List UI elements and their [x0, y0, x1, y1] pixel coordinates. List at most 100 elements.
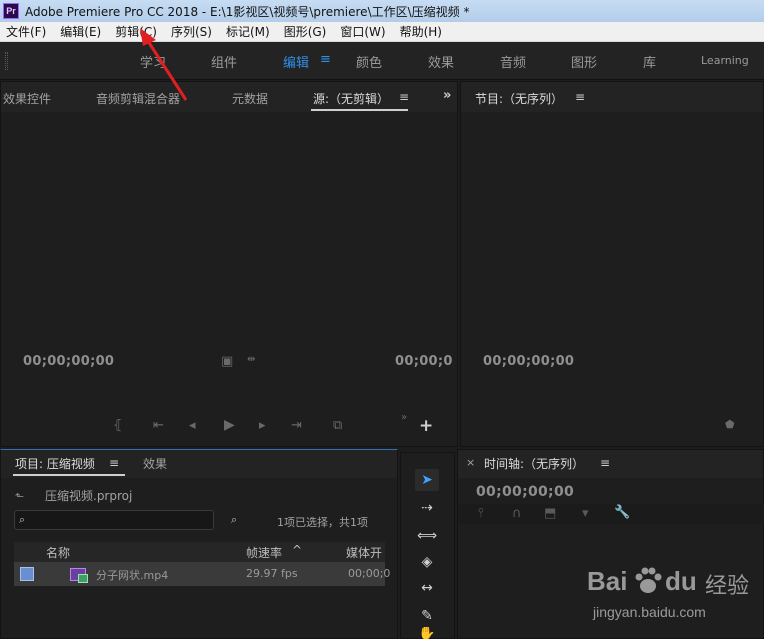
- workspace-tab-learning[interactable]: Learning: [701, 54, 749, 67]
- menu-sequence[interactable]: 序列(S): [164, 23, 219, 40]
- workspace-tab-editing[interactable]: 编辑: [283, 52, 309, 71]
- linked-selection-icon[interactable]: ∩: [512, 506, 522, 521]
- hand-tool-icon[interactable]: ✋: [415, 627, 439, 639]
- step-back-icon[interactable]: ◂: [189, 418, 196, 433]
- close-icon[interactable]: ×: [466, 456, 475, 469]
- tab-source[interactable]: 源:（无剪辑）: [313, 90, 389, 107]
- tab-timeline[interactable]: 时间轴:（无序列）: [484, 455, 584, 472]
- menu-clip[interactable]: 剪辑(C): [108, 23, 164, 40]
- project-panel-menu-icon[interactable]: ≡: [109, 456, 119, 470]
- title-bar: Pr Adobe Premiere Pro CC 2018 - E:\1影视区\…: [0, 0, 764, 22]
- menu-help[interactable]: 帮助(H): [393, 23, 449, 40]
- workspace-tab-effects[interactable]: 效果: [428, 52, 454, 71]
- insert-icon[interactable]: ⧉: [333, 418, 342, 433]
- workspace-tab-graphics[interactable]: 图形: [571, 52, 597, 71]
- timeline-timecode[interactable]: 00;00;00;00: [476, 484, 574, 500]
- slip-tool-icon[interactable]: ↔: [415, 577, 439, 599]
- menu-edit[interactable]: 编辑(E): [53, 23, 108, 40]
- folder-up-icon[interactable]: ⬑: [15, 490, 24, 503]
- column-header-media-start[interactable]: 媒体开: [346, 544, 382, 561]
- snap-icon[interactable]: ⫯: [478, 506, 484, 521]
- menu-file[interactable]: 文件(F): [0, 23, 53, 40]
- watermark-url: jingyan.baidu.com: [593, 604, 706, 620]
- source-panel-menu-icon[interactable]: ≡: [399, 90, 409, 104]
- selection-tool-icon[interactable]: ➤: [415, 469, 439, 491]
- marker-icon[interactable]: ⬟: [725, 418, 735, 431]
- baidu-paw-logo: [633, 566, 663, 596]
- clip-name[interactable]: 分子网状.mp4: [96, 567, 168, 583]
- find-icon[interactable]: ⌕: [231, 513, 237, 527]
- project-search-box[interactable]: ⌕: [14, 510, 214, 530]
- workspace-tab-audio[interactable]: 音频: [500, 52, 526, 71]
- workspace-tab-color[interactable]: 颜色: [356, 52, 382, 71]
- window-title: Adobe Premiere Pro CC 2018 - E:\1影视区\视频号…: [25, 4, 470, 19]
- drop-frame-icon[interactable]: ▣: [221, 354, 233, 369]
- project-panel-header: 项目: 压缩视频 ≡ 效果: [1, 450, 397, 478]
- workspace-tab-learn[interactable]: 学习: [140, 52, 166, 71]
- wrench-icon[interactable]: 🔧: [614, 505, 630, 520]
- more-controls-icon[interactable]: »: [401, 412, 407, 423]
- premiere-logo-icon: Pr: [3, 3, 19, 19]
- row-label-color-swatch[interactable]: [20, 567, 34, 581]
- timeline-toolbar: ⫯ ∩ ⬒ ▾ 🔧: [458, 504, 764, 524]
- table-row[interactable]: 分子网状.mp4 29.97 fps 00;00;0: [14, 562, 390, 586]
- project-table-header: 名称 帧速率 ^ 媒体开: [14, 542, 385, 562]
- sort-ascending-icon[interactable]: ^: [292, 543, 302, 557]
- play-icon[interactable]: ▶: [224, 417, 235, 433]
- menu-bar: 文件(F) 编辑(E) 剪辑(C) 序列(S) 标记(M) 图形(G) 窗口(W…: [0, 22, 764, 42]
- source-timecode[interactable]: 00;00;00;00: [23, 354, 114, 369]
- menu-window[interactable]: 窗口(W): [333, 23, 392, 40]
- razor-tool-icon[interactable]: ◈: [415, 551, 439, 573]
- tab-project[interactable]: 项目: 压缩视频: [15, 455, 95, 472]
- go-to-out-icon[interactable]: ⇥: [291, 418, 302, 433]
- project-file-name: 压缩视频.prproj: [45, 489, 133, 503]
- program-monitor-panel: 节目:（无序列） ≡ 00;00;00;00 ⬟: [460, 81, 764, 447]
- workspace-tab-assembly[interactable]: 组件: [211, 52, 237, 71]
- column-header-frame-rate[interactable]: 帧速率: [246, 544, 282, 561]
- program-timecode[interactable]: 00;00;00;00: [483, 354, 574, 369]
- workspace-menu-icon[interactable]: ≡: [320, 52, 331, 67]
- go-to-in-icon[interactable]: ⇤: [153, 418, 164, 433]
- menu-graphics[interactable]: 图形(G): [277, 23, 334, 40]
- menu-marker[interactable]: 标记(M): [219, 23, 277, 40]
- tools-panel: ➤ ⇢ ⟺ ◈ ↔ ✎ ✋: [400, 452, 455, 639]
- program-panel-menu-icon[interactable]: ≡: [575, 90, 585, 104]
- column-header-name[interactable]: 名称: [46, 544, 70, 561]
- watermark-suffix: 经验: [705, 573, 750, 598]
- baidu-jingyan-watermark: Bai du 经验 jingyan.baidu.com: [585, 562, 760, 634]
- active-tab-indicator: [13, 474, 125, 476]
- add-button-icon[interactable]: +: [419, 416, 433, 436]
- clip-media-start: 00;00;0: [348, 567, 391, 580]
- program-panel-header: 节目:（无序列） ≡: [461, 82, 763, 112]
- tab-audio-clip-mixer[interactable]: 音频剪辑混合器: [96, 90, 180, 107]
- track-select-tool-icon[interactable]: ⇢: [415, 497, 439, 519]
- timeline-panel-menu-icon[interactable]: ≡: [600, 456, 610, 470]
- mark-in-icon[interactable]: ⦃: [113, 418, 123, 433]
- add-marker-icon[interactable]: ⬒: [544, 506, 556, 521]
- workspace-bar: 学习 组件 编辑 ≡ 颜色 效果 音频 图形 库 Learning: [0, 42, 764, 80]
- tab-program[interactable]: 节目:（无序列）: [475, 90, 563, 107]
- watermark-brand-right: du: [665, 566, 697, 596]
- source-panel-header: 效果控件 音频剪辑混合器 元数据 源:（无剪辑） ≡ »: [1, 82, 457, 112]
- ripple-edit-tool-icon[interactable]: ⟺: [415, 525, 439, 547]
- panel-overflow-icon[interactable]: »: [443, 88, 451, 103]
- selection-status: 1项已选择，共1项: [277, 516, 368, 529]
- step-forward-icon[interactable]: ▸: [259, 418, 266, 433]
- drag-grip-icon[interactable]: [5, 52, 8, 70]
- marker-icon[interactable]: ▾: [582, 506, 589, 521]
- project-search-input[interactable]: [35, 512, 210, 528]
- tab-effects[interactable]: 效果: [143, 455, 167, 472]
- active-tab-indicator: [311, 109, 408, 111]
- search-icon: ⌕: [19, 513, 26, 526]
- pen-tool-icon[interactable]: ✎: [415, 605, 439, 627]
- tab-effect-controls[interactable]: 效果控件: [3, 90, 51, 107]
- workspace-tab-libraries[interactable]: 库: [643, 52, 656, 71]
- playback-resolution-icon[interactable]: ⇹: [247, 354, 255, 365]
- tab-metadata[interactable]: 元数据: [232, 90, 268, 107]
- source-monitor-panel: 效果控件 音频剪辑混合器 元数据 源:（无剪辑） ≡ » 00;00;00;00…: [0, 81, 458, 447]
- clip-frame-rate: 29.97 fps: [246, 567, 298, 580]
- video-clip-icon: [70, 568, 88, 583]
- source-duration: 00;00;0: [395, 354, 453, 369]
- watermark-brand-left: Bai: [587, 566, 628, 596]
- timeline-panel-header: × 时间轴:（无序列） ≡: [458, 450, 763, 478]
